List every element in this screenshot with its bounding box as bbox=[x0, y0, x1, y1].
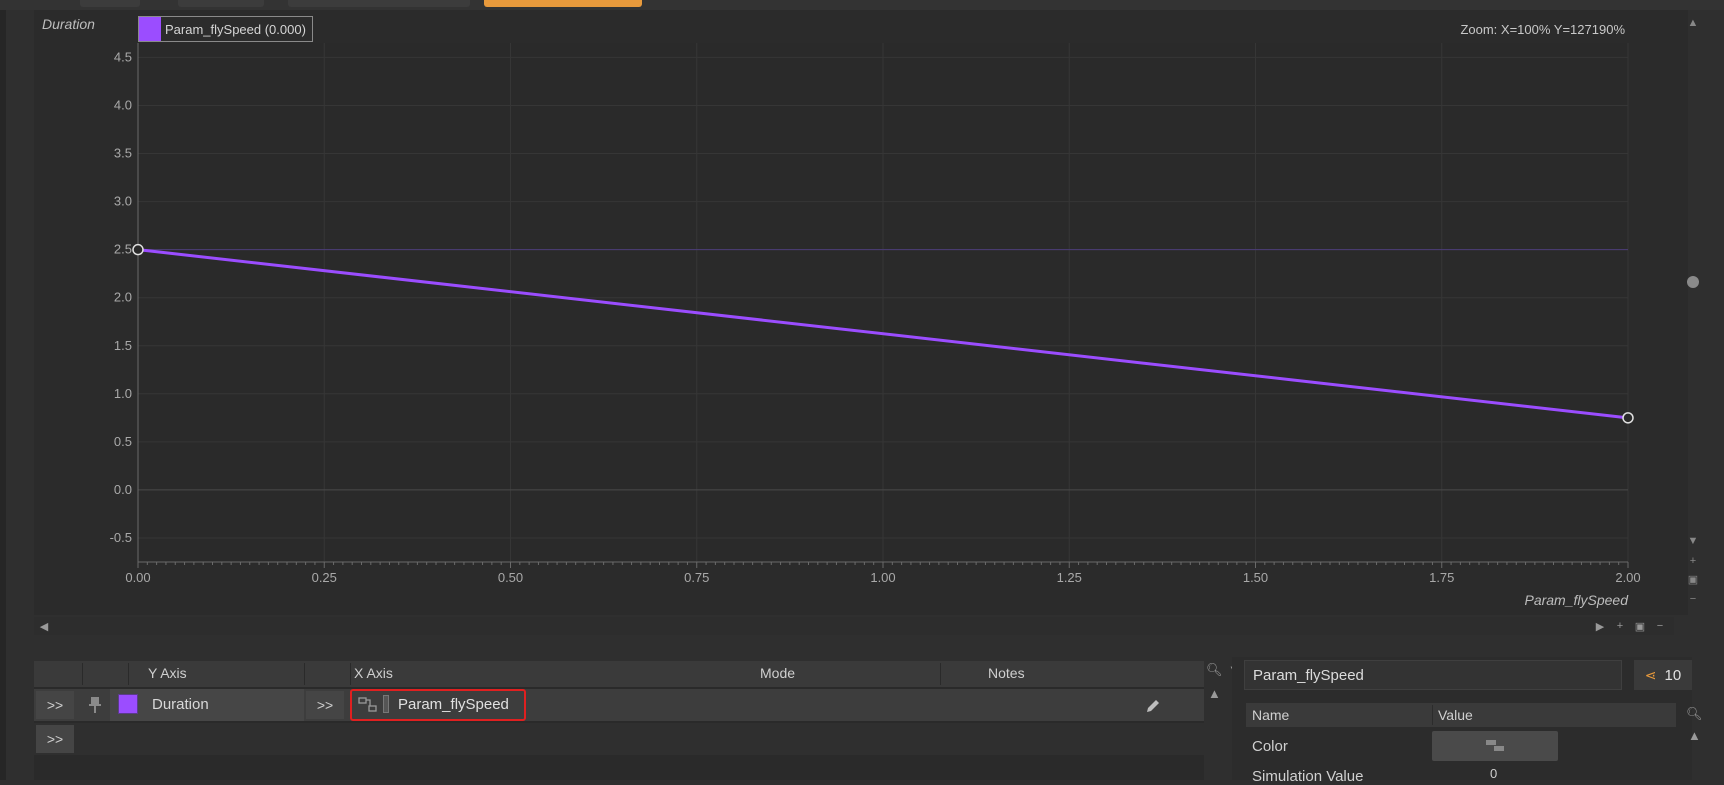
x-axis-name: Param_flySpeed bbox=[398, 696, 509, 713]
graph-grid bbox=[137, 43, 1629, 562]
horizontal-scrollbar[interactable]: ◀ ▶ + ▣ − bbox=[34, 617, 1674, 635]
x-tick-label: 0.00 bbox=[125, 570, 150, 585]
fit-icon[interactable]: ▣ bbox=[1632, 618, 1648, 634]
series-color-swatch[interactable] bbox=[118, 694, 138, 714]
y-tick-label: 1.0 bbox=[114, 386, 132, 401]
header-mode[interactable]: Mode bbox=[760, 665, 795, 681]
search-icon[interactable]: 🔍︎ bbox=[1686, 706, 1703, 722]
x-tick-label: 0.75 bbox=[684, 570, 709, 585]
y-tick-label: 3.0 bbox=[114, 194, 132, 209]
y-tick-label: 4.5 bbox=[114, 49, 132, 64]
scroll-left-icon[interactable]: ◀ bbox=[36, 618, 52, 634]
scroll-right-icon[interactable]: ▶ bbox=[1592, 618, 1608, 634]
fit-icon[interactable]: ▣ bbox=[1684, 570, 1702, 588]
y-tick-label: 1.5 bbox=[114, 338, 132, 353]
curve-keypoint[interactable] bbox=[132, 243, 144, 256]
column-divider bbox=[304, 663, 305, 685]
y-tick-label: 4.0 bbox=[114, 97, 132, 112]
scroll-up-icon[interactable]: ▲ bbox=[1688, 728, 1701, 743]
plus-icon[interactable]: + bbox=[1684, 552, 1702, 570]
header-x-axis[interactable]: X Axis bbox=[354, 665, 393, 681]
plus-icon[interactable]: + bbox=[1612, 618, 1628, 634]
table-row[interactable] bbox=[34, 723, 1204, 755]
minus-icon[interactable]: − bbox=[1652, 618, 1668, 634]
scroll-up-icon[interactable]: ▲ bbox=[1208, 686, 1221, 701]
simulation-value[interactable]: 0 bbox=[1490, 766, 1497, 781]
curve-icon bbox=[358, 697, 377, 712]
curve-keypoint[interactable] bbox=[1622, 412, 1634, 424]
y-tick-label: 2.5 bbox=[114, 242, 132, 257]
header-notes[interactable]: Notes bbox=[988, 665, 1025, 681]
toolbar-button[interactable] bbox=[178, 0, 264, 7]
y-tick-label: -0.5 bbox=[110, 530, 132, 545]
x-tick-label: 1.75 bbox=[1429, 570, 1454, 585]
connections-counter[interactable]: ⋖ 10 bbox=[1634, 660, 1692, 690]
x-tick-label: 2.00 bbox=[1615, 570, 1640, 585]
column-divider bbox=[1432, 705, 1433, 725]
property-name: Simulation Value bbox=[1252, 768, 1364, 785]
x-axis-title: Param_flySpeed bbox=[1524, 592, 1629, 608]
curve-icon bbox=[1486, 740, 1504, 751]
zoom-readout: Zoom: X=100% Y=127190% bbox=[1460, 22, 1625, 37]
column-divider bbox=[940, 663, 941, 685]
y-tick-label: 0.5 bbox=[114, 434, 132, 449]
y-tick-label: 0.0 bbox=[114, 482, 132, 497]
y-tick-label: 2.0 bbox=[114, 290, 132, 305]
x-tick-label: 0.50 bbox=[498, 570, 523, 585]
search-icon[interactable]: 🔍︎ bbox=[1206, 662, 1223, 678]
x-axis-expand-button[interactable]: >> bbox=[306, 691, 344, 719]
x-tick-label: 0.25 bbox=[312, 570, 337, 585]
share-icon: ⋖ bbox=[1644, 666, 1657, 683]
pin-icon[interactable] bbox=[88, 696, 102, 714]
x-tick-label: 1.25 bbox=[1057, 570, 1082, 585]
expand-row-button[interactable]: >> bbox=[36, 725, 74, 753]
column-divider bbox=[128, 663, 129, 685]
scroll-down-icon[interactable]: ▼ bbox=[1684, 532, 1702, 550]
legend-label: Param_flySpeed (0.000) bbox=[165, 21, 306, 37]
property-name: Color bbox=[1252, 738, 1288, 755]
header-y-axis[interactable]: Y Axis bbox=[148, 665, 187, 681]
pencil-icon[interactable] bbox=[1144, 697, 1162, 715]
toolbar-button[interactable] bbox=[80, 0, 140, 7]
y-axis-name: Duration bbox=[152, 696, 209, 713]
scroll-thumb[interactable] bbox=[1687, 276, 1699, 288]
toolbar-button[interactable] bbox=[288, 0, 470, 7]
y-tick-label: 3.5 bbox=[114, 146, 132, 161]
inspector-title[interactable]: Param_flySpeed bbox=[1244, 660, 1622, 690]
handle-icon bbox=[383, 695, 389, 713]
color-picker-button[interactable] bbox=[1432, 731, 1558, 761]
toolbar-active-button[interactable] bbox=[484, 0, 642, 7]
vertical-scrollbar[interactable]: ▲ ▼ + ▣ − bbox=[1684, 14, 1702, 614]
connections-count: 10 bbox=[1664, 666, 1682, 684]
left-edge bbox=[0, 0, 6, 780]
y-axis-title: Duration bbox=[42, 16, 95, 32]
column-divider bbox=[82, 663, 83, 685]
column-divider bbox=[350, 663, 351, 685]
scroll-up-icon[interactable]: ▲ bbox=[1684, 14, 1702, 32]
minus-icon[interactable]: − bbox=[1684, 590, 1702, 608]
series-legend-chip[interactable]: Param_flySpeed (0.000) bbox=[138, 16, 313, 42]
x-tick-label: 1.50 bbox=[1243, 570, 1268, 585]
axis-table-header bbox=[34, 661, 1204, 687]
expand-row-button[interactable]: >> bbox=[36, 691, 74, 719]
header-value[interactable]: Value bbox=[1438, 707, 1473, 723]
header-name[interactable]: Name bbox=[1252, 707, 1289, 723]
series-color-swatch bbox=[139, 17, 161, 41]
curve-graph[interactable]: 0.00 0.25 0.50 0.75 1.00 1.25 1.50 1.75 2.00 4.5 4… bbox=[34, 10, 1688, 615]
x-tick-label: 1.00 bbox=[870, 570, 895, 585]
